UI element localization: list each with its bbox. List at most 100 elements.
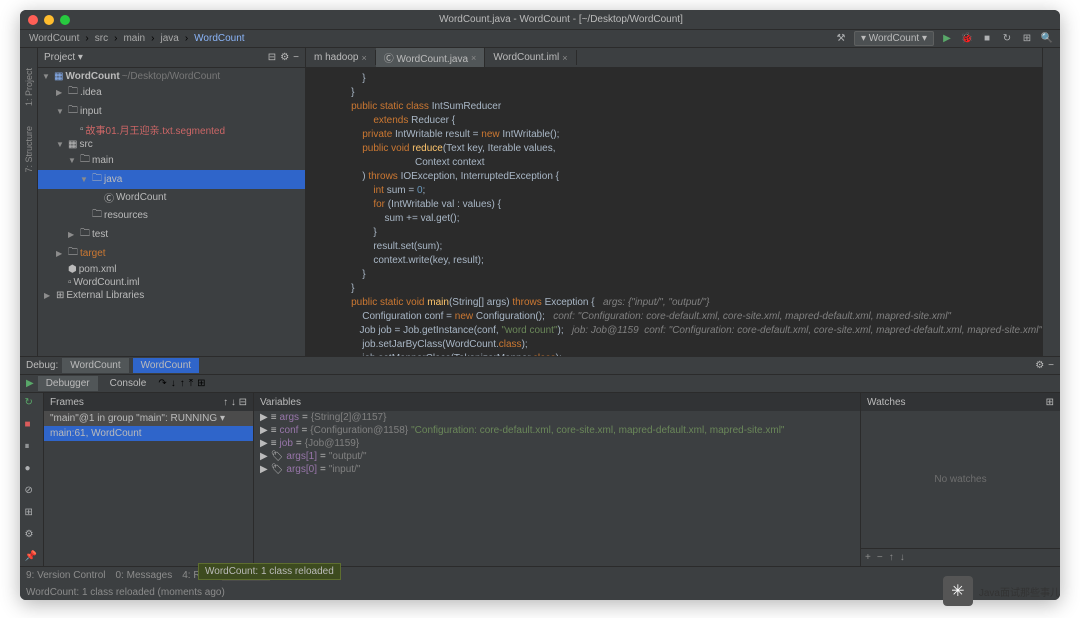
stack-frame[interactable]: main:61, WordCount <box>44 426 253 441</box>
stop-icon[interactable]: ■ <box>25 419 39 433</box>
breadcrumb[interactable]: java <box>157 32 181 45</box>
tree-item[interactable]: ▼🗀 java <box>38 170 305 189</box>
tree-item[interactable]: ▼▦ src <box>38 138 305 151</box>
resume-icon[interactable]: ▶ <box>26 378 34 389</box>
debug-run-tab[interactable]: WordCount <box>133 358 199 373</box>
code-line[interactable]: for (IntWritable val : values) { <box>306 198 1042 212</box>
rerun-icon[interactable]: ↻ <box>25 397 39 411</box>
code-line[interactable]: int sum = 0; <box>306 184 1042 198</box>
console-tab[interactable]: Console <box>102 376 155 391</box>
settings-icon[interactable]: ⚙ <box>25 529 39 543</box>
build-icon[interactable]: ⚒ <box>834 32 848 46</box>
structure-tool[interactable]: 7: Structure <box>24 126 34 173</box>
close-icon[interactable] <box>28 15 38 25</box>
toolbar-icon[interactable]: ↻ <box>1000 32 1014 46</box>
reload-tooltip: WordCount: 1 class reloaded <box>198 563 341 580</box>
code-line[interactable]: } <box>306 268 1042 282</box>
editor-tab[interactable]: m hadoop × <box>306 50 376 65</box>
run-icon[interactable]: ▶ <box>940 32 954 46</box>
variable-item[interactable]: ▶ 🏷 args[0] = "input/" <box>254 463 860 476</box>
settings-icon[interactable]: ⚙ <box>280 52 289 63</box>
code-line[interactable]: Context context <box>306 156 1042 170</box>
tree-item[interactable]: ▶🗀 test <box>38 225 305 244</box>
maximize-icon[interactable] <box>60 15 70 25</box>
code-line[interactable]: public static class IntSumReducer <box>306 100 1042 114</box>
stop-icon[interactable]: ■ <box>980 32 994 46</box>
step-icon[interactable]: ⤒ <box>189 378 193 389</box>
tree-item[interactable]: ▼🗀 input <box>38 102 305 121</box>
layout-icon[interactable]: ⊞ <box>25 507 39 521</box>
code-line[interactable]: } <box>306 282 1042 296</box>
add-watch-icon[interactable]: + <box>865 552 871 563</box>
variable-item[interactable]: ▶ 🏷 args[1] = "output/" <box>254 450 860 463</box>
tree-item[interactable]: ▶🗀 target <box>38 244 305 263</box>
code-editor[interactable]: } } public static class IntSumReducer ex… <box>306 68 1042 356</box>
tree-item[interactable]: 🗀 resources <box>38 206 305 225</box>
tree-item[interactable]: ▫ WordCount.iml <box>38 276 305 289</box>
code-line[interactable]: } <box>306 226 1042 240</box>
breadcrumb[interactable]: src <box>92 32 111 45</box>
variable-item[interactable]: ▶ ≡ args = {String[2]@1157} <box>254 411 860 424</box>
minimize-icon[interactable] <box>44 15 54 25</box>
debugger-tab[interactable]: Debugger <box>38 376 98 391</box>
pause-icon[interactable]: ⏸ <box>25 441 39 455</box>
messages-tool[interactable]: 0: Messages <box>116 570 173 581</box>
code-line[interactable]: } <box>306 72 1042 86</box>
tree-item[interactable]: ▶🗀 .idea <box>38 83 305 102</box>
code-line[interactable]: result.set(sum); <box>306 240 1042 254</box>
hide-icon[interactable]: − <box>293 52 299 63</box>
editor-tab[interactable]: WordCount.iml × <box>485 50 576 65</box>
remove-watch-icon[interactable]: − <box>877 552 883 563</box>
vc-tool[interactable]: 9: Version Control <box>26 570 106 581</box>
code-line[interactable]: extends Reducer { <box>306 114 1042 128</box>
code-line[interactable]: public void reduce(Text key, Iterable va… <box>306 142 1042 156</box>
variable-item[interactable]: ▶ ≡ conf = {Configuration@1158} "Configu… <box>254 424 860 437</box>
search-icon[interactable]: 🔍 <box>1040 32 1054 46</box>
run-config-select[interactable]: ▾ WordCount ▾ <box>854 31 934 46</box>
step-icon[interactable]: ↓ <box>171 378 176 389</box>
project-panel: Project ▾ ⊟ ⚙ − ▼▦ WordCount ~/Desktop/W… <box>38 48 306 356</box>
code-line[interactable]: context.write(key, result); <box>306 254 1042 268</box>
gear-icon[interactable]: ⚙ <box>1035 360 1044 371</box>
down-icon[interactable]: ↓ <box>900 552 905 563</box>
tree-item[interactable]: ▼🗀 main <box>38 151 305 170</box>
code-line[interactable]: job.setJarByClass(WordCount.class); <box>306 338 1042 352</box>
status-message: WordCount: 1 class reloaded (moments ago… <box>20 584 1060 600</box>
code-line[interactable]: Job job = Job.getInstance(conf, "word co… <box>306 324 1042 338</box>
step-icon[interactable]: ↑ <box>180 378 185 389</box>
step-icon[interactable]: ⊞ <box>197 378 205 389</box>
code-line[interactable]: ) throws IOException, InterruptedExcepti… <box>306 170 1042 184</box>
collapse-icon[interactable]: ⊟ <box>268 52 276 63</box>
tree-item[interactable]: ▶⊞ External Libraries <box>38 289 305 302</box>
code-line[interactable]: public static void main(String[] args) t… <box>306 296 1042 310</box>
tree-item[interactable]: Ⓒ WordCount <box>38 189 305 206</box>
breadcrumb[interactable]: main <box>120 32 148 45</box>
project-tool[interactable]: 1: Project <box>24 68 34 106</box>
status-bar: 9: Version Control 0: Messages 4: Run 5:… <box>20 566 1060 584</box>
breadcrumb[interactable]: WordCount <box>191 32 247 45</box>
tree-item[interactable]: ▫ 故事01.月王迎亲.txt.segmented <box>38 121 305 138</box>
code-line[interactable]: private IntWritable result = new IntWrit… <box>306 128 1042 142</box>
minimize-icon[interactable]: − <box>1048 360 1054 371</box>
step-icon[interactable]: ↷ <box>158 378 166 389</box>
breadcrumb[interactable]: WordCount <box>26 32 82 45</box>
up-icon[interactable]: ↑ <box>889 552 894 563</box>
mute-icon[interactable]: ⊘ <box>25 485 39 499</box>
code-line[interactable]: Configuration conf = new Configuration()… <box>306 310 1042 324</box>
code-line[interactable]: sum += val.get(); <box>306 212 1042 226</box>
toolbar-icon[interactable]: ⊞ <box>1020 32 1034 46</box>
tree-root[interactable]: ▼▦ WordCount ~/Desktop/WordCount <box>38 70 305 83</box>
debug-run-tab[interactable]: WordCount <box>62 358 128 373</box>
watermark: ✳ Java面试那些事儿 <box>943 576 1060 606</box>
debug-icon[interactable]: 🐞 <box>960 32 974 46</box>
breakpoints-icon[interactable]: ● <box>25 463 39 477</box>
tree-item[interactable]: ⬢ pom.xml <box>38 263 305 276</box>
no-watches-label: No watches <box>861 411 1060 548</box>
variable-item[interactable]: ▶ ≡ job = {Job@1159} <box>254 437 860 450</box>
editor-area: m hadoop ×Ⓒ WordCount.java ×WordCount.im… <box>306 48 1042 356</box>
editor-tab[interactable]: Ⓒ WordCount.java × <box>376 48 486 67</box>
pin-icon[interactable]: 📌 <box>25 551 39 565</box>
thread-item[interactable]: "main"@1 in group "main": RUNNING ▾ <box>44 411 253 426</box>
code-line[interactable]: } <box>306 86 1042 100</box>
project-tree[interactable]: ▼▦ WordCount ~/Desktop/WordCount▶🗀 .idea… <box>38 68 305 356</box>
